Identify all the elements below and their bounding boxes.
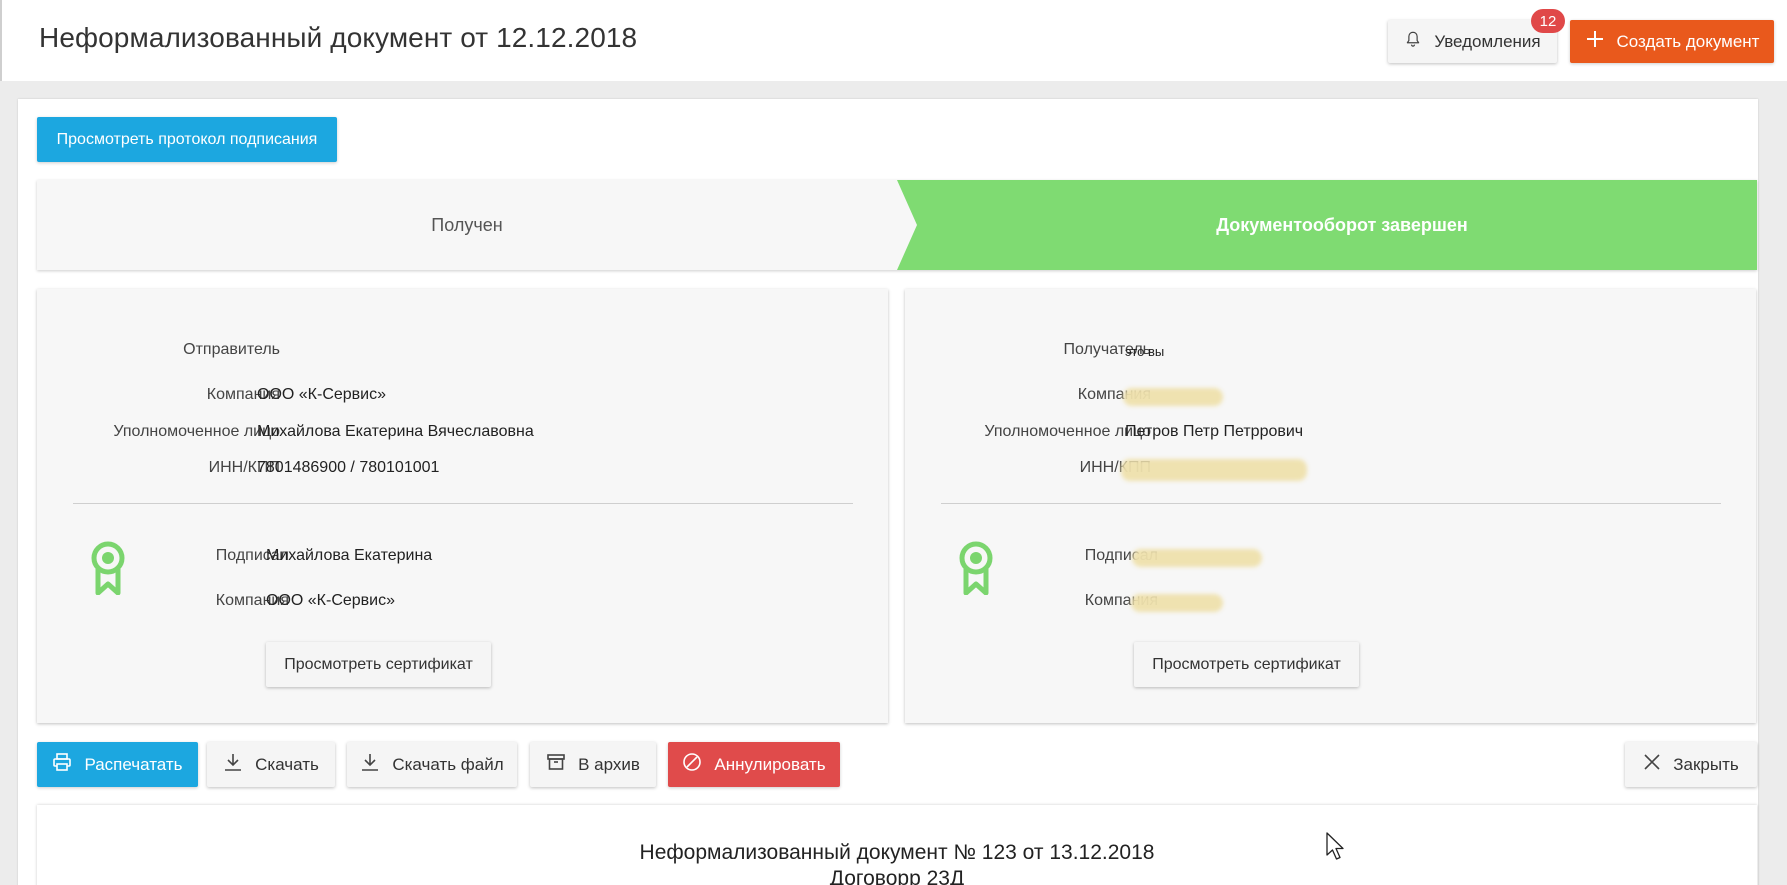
- download-label: Скачать: [255, 754, 319, 774]
- document-preview-title: Неформализованный документ № 123 от 13.1…: [639, 841, 1155, 864]
- sender-divider: [73, 503, 853, 504]
- sender-company-value: ООО «К-Сервис»: [257, 386, 387, 403]
- printer-icon: [52, 752, 72, 777]
- download-file-button[interactable]: Скачать файл: [347, 742, 517, 787]
- recipient-divider: [941, 503, 1721, 504]
- create-document-label: Создать документ: [1616, 31, 1760, 51]
- download-icon: [360, 752, 380, 777]
- step-completed-label: Документооборот завершен: [1216, 214, 1468, 235]
- annul-button[interactable]: Аннулировать: [668, 742, 840, 787]
- certificate-seal-icon: [958, 541, 994, 600]
- sender-authorized-label: Уполномоченное лицо: [113, 423, 280, 440]
- close-label: Закрыть: [1673, 754, 1739, 774]
- document-preview-subtitle: Договорр 23Д: [829, 867, 965, 885]
- recipient-authorized-value: Петров Петр Петррович: [1125, 423, 1304, 440]
- status-steps: Получен Документооборот завершен: [37, 180, 1757, 270]
- sender-view-certificate-label: Просмотреть сертификат: [284, 655, 473, 673]
- annul-label: Аннулировать: [714, 754, 826, 774]
- step-received-label: Получен: [431, 214, 503, 235]
- close-icon: [1643, 753, 1661, 776]
- view-signing-protocol-button[interactable]: Просмотреть протокол подписания: [37, 117, 337, 162]
- mouse-cursor-icon: [1326, 832, 1346, 867]
- sender-authorized-value: Михайлова Екатерина Вячеславовна: [257, 423, 534, 440]
- archive-button[interactable]: В архив: [530, 742, 656, 787]
- plus-icon: [1585, 29, 1605, 54]
- recipient-sign-company-redacted: [1131, 594, 1223, 612]
- document-preview: Неформализованный документ № 123 от 13.1…: [37, 805, 1757, 885]
- close-button[interactable]: Закрыть: [1625, 742, 1757, 787]
- bell-icon: [1404, 30, 1422, 53]
- step-completed: Документооборот завершен: [897, 180, 1757, 270]
- page-title: Неформализованный документ от 12.12.2018: [39, 22, 638, 53]
- sender-view-certificate-button[interactable]: Просмотреть сертификат: [266, 642, 491, 687]
- cancel-circle-icon: [682, 752, 702, 777]
- recipient-view-certificate-label: Просмотреть сертификат: [1152, 655, 1341, 673]
- download-icon: [223, 752, 243, 777]
- print-button[interactable]: Распечатать: [37, 742, 198, 787]
- sender-inn-value: 7801486900 / 780101001: [257, 459, 440, 476]
- sender-sign-company-value: ООО «К-Сервис»: [266, 592, 396, 609]
- archive-icon: [546, 752, 566, 777]
- recipient-heading-note: это вы: [1125, 344, 1165, 359]
- recipient-view-certificate-button[interactable]: Просмотреть сертификат: [1134, 642, 1359, 687]
- step-received: Получен: [37, 180, 897, 270]
- notifications-count-badge: 12: [1531, 9, 1565, 33]
- sender-card: Отправитель Компания ООО «К-Сервис» Упол…: [37, 289, 888, 723]
- recipient-signed-redacted: [1132, 549, 1262, 567]
- download-file-label: Скачать файл: [392, 754, 504, 774]
- sender-signed-value: Михайлова Екатерина: [266, 547, 433, 564]
- certificate-seal-icon: [90, 541, 126, 600]
- notifications-label: Уведомления: [1434, 31, 1541, 51]
- download-button[interactable]: Скачать: [207, 742, 335, 787]
- recipient-company-redacted: [1123, 388, 1223, 406]
- recipient-card: Получатель это вы Компания Уполномоченно…: [905, 289, 1756, 723]
- print-label: Распечатать: [84, 754, 183, 774]
- sender-heading-label: Отправитель: [183, 341, 280, 358]
- recipient-inn-redacted: [1121, 459, 1307, 481]
- view-signing-protocol-label: Просмотреть протокол подписания: [56, 130, 318, 148]
- archive-label: В архив: [578, 754, 640, 774]
- create-document-button[interactable]: Создать документ: [1570, 20, 1774, 63]
